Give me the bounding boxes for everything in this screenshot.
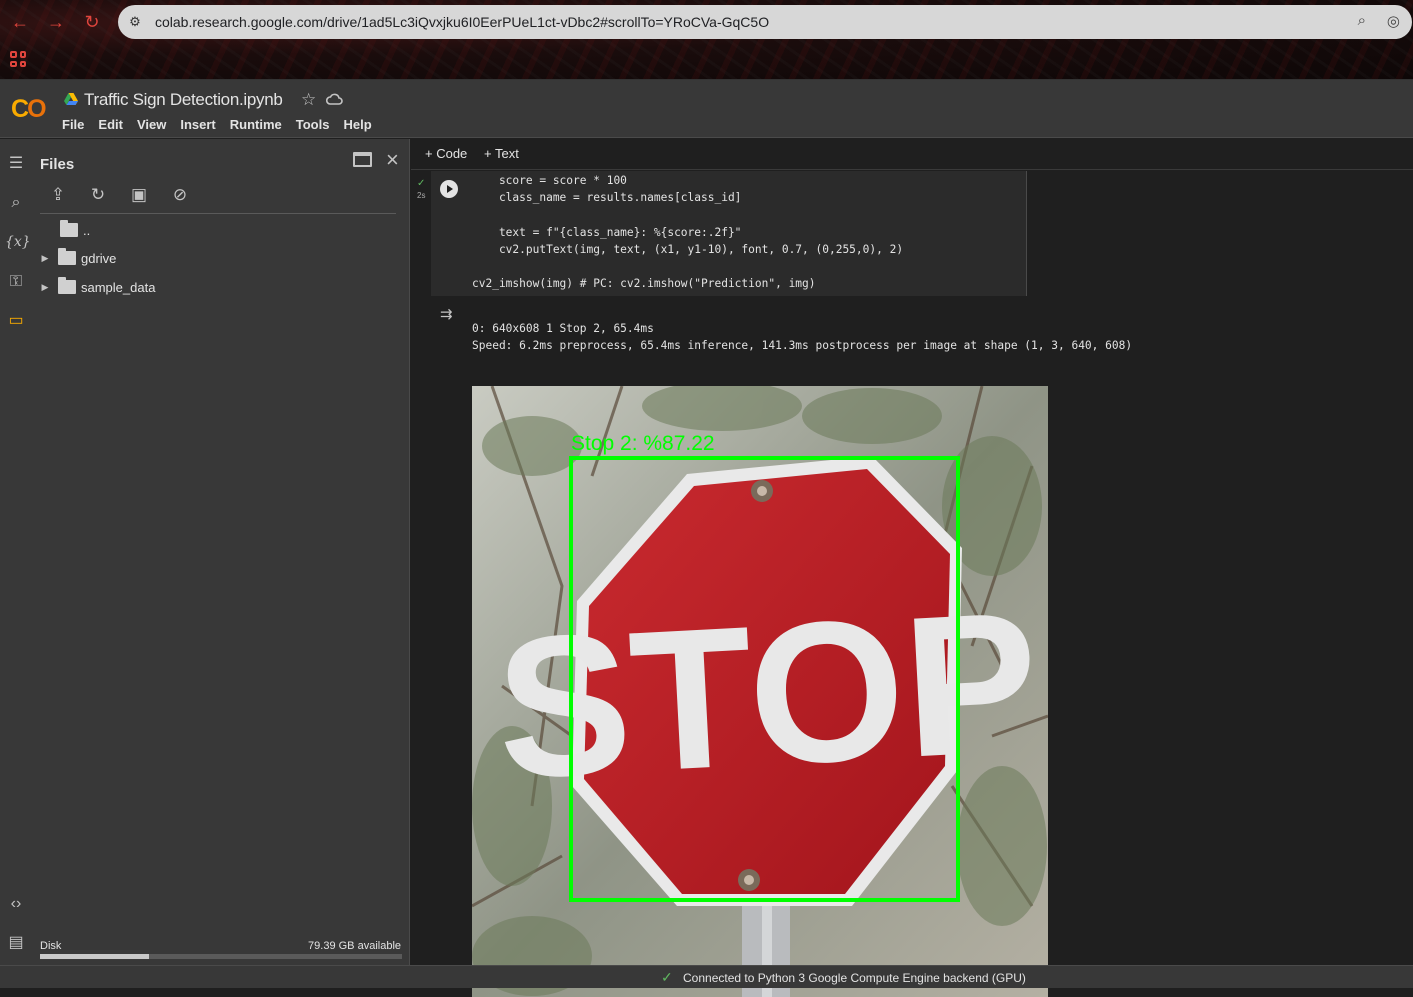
caret-right-icon[interactable]: ▶ (40, 253, 50, 264)
key-icon[interactable]: ⚿ (5, 271, 27, 293)
mount-drive-icon[interactable]: ▣ (128, 184, 150, 206)
menu-runtime[interactable]: Runtime (230, 117, 282, 132)
terminal-icon[interactable]: ▤ (5, 932, 27, 954)
code-editor[interactable]: score = score * 100 class_name = results… (431, 171, 1027, 296)
caret-right-icon[interactable]: ▶ (40, 282, 50, 293)
output-line: 0: 640x608 1 Stop 2, 65.4ms (472, 322, 654, 335)
menu-edit[interactable]: Edit (98, 117, 123, 132)
files-panel: Files × ⇪ ↻ ▣ ⊘ .. ▶ gdrive ▶ sample_dat… (32, 139, 410, 965)
disk-usage-fill (40, 954, 149, 959)
reload-icon[interactable]: ↻ (80, 10, 104, 34)
folder-icon (58, 277, 76, 294)
files-title: Files (40, 156, 75, 173)
check-icon: ✓ (661, 969, 673, 985)
notebook-title[interactable]: Traffic Sign Detection.ipynb (84, 90, 283, 110)
disk-usage-bar (40, 954, 402, 959)
eye-off-icon[interactable]: ◎ (1387, 12, 1400, 30)
variables-icon[interactable]: {x} (5, 231, 31, 253)
folder-open-icon (60, 220, 78, 237)
add-text-button[interactable]: + Text (484, 146, 519, 161)
apps-grid-icon[interactable] (10, 51, 26, 67)
cell-success-icon: ✓ (417, 178, 426, 189)
code-snippets-icon[interactable]: ‹› (5, 893, 27, 915)
colab-header: CO Traffic Sign Detection.ipynb ☆ File E… (0, 80, 1413, 138)
menu-insert[interactable]: Insert (180, 117, 215, 132)
stop-sign-text: STOP (492, 570, 1044, 821)
code-line[interactable]: score = score * 100 (472, 174, 627, 187)
disk-label: Disk (40, 940, 62, 952)
menu-bar: File Edit View Insert Runtime Tools Help (62, 117, 372, 132)
refresh-icon[interactable]: ↻ (87, 184, 109, 206)
menu-view[interactable]: View (137, 117, 166, 132)
menu-tools[interactable]: Tools (296, 117, 330, 132)
toc-icon[interactable]: ☰ (5, 153, 27, 175)
tree-item-label: gdrive (81, 250, 117, 266)
output-toggle-icon[interactable]: ⇉ (440, 305, 460, 323)
folder-icon[interactable]: ▭ (5, 310, 27, 332)
forward-icon[interactable]: → (44, 10, 68, 34)
hide-files-icon[interactable]: ⊘ (169, 184, 191, 206)
status-text: Connected to Python 3 Google Compute Eng… (683, 971, 1026, 985)
code-line[interactable]: text = f"{class_name}: %{score:.2f}" (472, 226, 741, 239)
tree-item-gdrive[interactable]: ▶ gdrive (40, 247, 116, 269)
left-rail: ☰ ⌕ {x} ⚿ ▭ ‹› ▤ (0, 139, 32, 965)
cloud-icon[interactable] (326, 93, 343, 105)
output-text: 0: 640x608 1 Stop 2, 65.4ms Speed: 6.2ms… (472, 320, 1132, 354)
stop-sign-photo: STOP Stop 2: %87.22 (472, 386, 1048, 997)
output-line: Speed: 6.2ms preprocess, 65.4ms inferenc… (472, 339, 1133, 352)
address-bar[interactable]: ⚙ colab.research.google.com/drive/1ad5Lc… (118, 5, 1412, 39)
tree-item-parent[interactable]: .. (60, 219, 90, 241)
folder-icon (58, 248, 76, 265)
search-icon[interactable]: ⌕ (5, 192, 27, 214)
url-text[interactable]: colab.research.google.com/drive/1ad5Lc3i… (155, 14, 769, 30)
zoom-icon[interactable]: ⌕ (1358, 12, 1366, 29)
colab-logo[interactable]: CO (11, 95, 47, 124)
site-settings-icon[interactable]: ⚙ (126, 13, 144, 31)
divider (40, 213, 396, 214)
run-cell-button[interactable] (440, 180, 458, 198)
cell-exec-time: 2s (417, 191, 426, 200)
status-bar: ✓ Connected to Python 3 Google Compute E… (0, 965, 1413, 988)
back-icon[interactable]: ← (8, 10, 32, 34)
tree-item-sample-data[interactable]: ▶ sample_data (40, 276, 155, 298)
disk-available: 79.39 GB available (308, 940, 401, 952)
code-line[interactable]: class_name = results.names[class_id] (472, 191, 741, 204)
close-icon[interactable]: × (386, 147, 399, 173)
star-icon[interactable]: ☆ (301, 90, 316, 110)
menu-help[interactable]: Help (343, 117, 371, 132)
open-in-tab-icon[interactable] (353, 152, 372, 167)
add-code-button[interactable]: + Code (425, 146, 467, 161)
notebook-area: + Code + Text ✓ 2s score = score * 100 c… (411, 139, 1413, 997)
upload-icon[interactable]: ⇪ (47, 184, 69, 206)
code-text[interactable]: score = score * 100 class_name = results… (472, 172, 903, 292)
detection-label: Stop 2: %87.22 (571, 432, 715, 455)
tree-item-label: .. (83, 222, 91, 238)
code-line[interactable]: cv2_imshow(img) # PC: cv2.imshow("Predic… (472, 277, 816, 290)
code-cell[interactable]: ✓ 2s score = score * 100 class_name = re… (411, 171, 1413, 997)
detection-image: STOP Stop 2: %87.22 (472, 386, 1048, 997)
tree-item-label: sample_data (81, 279, 156, 295)
browser-toolbar: ← → ↻ ⚙ colab.research.google.com/drive/… (0, 0, 1413, 80)
google-drive-icon (64, 93, 78, 105)
code-line[interactable]: cv2.putText(img, text, (x1, y1-10), font… (472, 243, 903, 256)
notebook-toolbar: + Code + Text (411, 139, 1413, 170)
menu-file[interactable]: File (62, 117, 84, 132)
